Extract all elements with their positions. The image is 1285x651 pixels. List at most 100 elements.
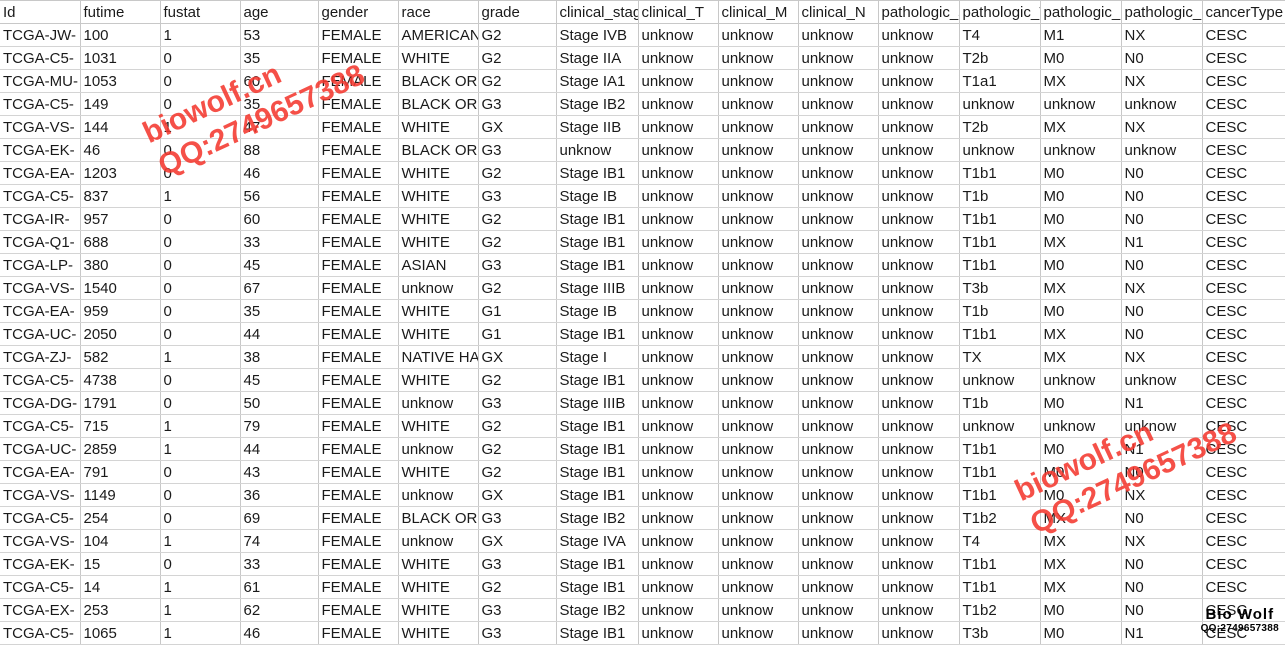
cell-pn[interactable]: NX [1121,23,1203,47]
cell-race[interactable]: BLACK OR AFRICAN AMERICAN [398,69,479,93]
cell-grade[interactable]: G3 [478,184,557,208]
column-header-race[interactable]: race [398,0,479,24]
cell-pm[interactable]: M0 [1040,460,1122,484]
cell-gender[interactable]: FEMALE [318,391,399,415]
cell-pstage[interactable]: unknow [878,230,960,254]
cell-pm[interactable]: M0 [1040,207,1122,231]
cell-race[interactable]: BLACK OR AFRICAN AMERICAN [398,92,479,116]
cell-fustat[interactable]: 0 [160,506,241,530]
cell-grade[interactable]: G2 [478,161,557,185]
cell-fustat[interactable]: 1 [160,529,241,553]
cell-futime[interactable]: 14 [80,575,161,599]
cell-pt[interactable]: T2b [959,115,1041,139]
cell-pn[interactable]: N0 [1121,460,1203,484]
cell-cstage[interactable]: Stage IIIB [556,391,639,415]
cell-id[interactable]: TCGA-EA- [0,161,81,185]
cell-cn[interactable]: unknow [798,414,879,438]
cell-age[interactable]: 60 [240,69,319,93]
cell-id[interactable]: TCGA-C5- [0,575,81,599]
cell-pm[interactable]: M0 [1040,483,1122,507]
table-row[interactable]: TCGA-LP- 380 0 45 FEMALE ASIAN G3 Stage IB1 unkn… [0,253,1285,277]
cell-cancer[interactable]: CESC [1202,437,1285,461]
cell-race[interactable]: WHITE [398,621,479,645]
cell-pt[interactable]: T2b [959,46,1041,70]
cell-grade[interactable]: G3 [478,506,557,530]
column-header-futime[interactable]: futime [80,0,161,24]
cell-cancer[interactable]: CESC [1202,529,1285,553]
cell-cstage[interactable]: Stage IVA [556,529,639,553]
cell-futime[interactable]: 380 [80,253,161,277]
cell-cstage[interactable]: Stage IB1 [556,414,639,438]
cell-grade[interactable]: GX [478,345,557,369]
cell-ct[interactable]: unknow [638,23,719,47]
cell-cn[interactable]: unknow [798,253,879,277]
cell-age[interactable]: 46 [240,621,319,645]
cell-pn[interactable]: unknow [1121,138,1203,162]
cell-cm[interactable]: unknow [718,276,799,300]
cell-futime[interactable]: 149 [80,92,161,116]
cell-pt[interactable]: T1b1 [959,552,1041,576]
cell-pn[interactable]: NX [1121,345,1203,369]
cell-cn[interactable]: unknow [798,276,879,300]
table-row[interactable]: TCGA-C5- 1065 1 46 FEMALE WHITE G3 Stage IB1 unk… [0,621,1285,645]
cell-pt[interactable]: T1b1 [959,437,1041,461]
cell-grade[interactable]: G3 [478,92,557,116]
cell-ct[interactable]: unknow [638,345,719,369]
cell-cn[interactable]: unknow [798,299,879,323]
cell-pstage[interactable]: unknow [878,92,960,116]
cell-fustat[interactable]: 0 [160,322,241,346]
cell-cn[interactable]: unknow [798,368,879,392]
cell-cstage[interactable]: Stage IIIB [556,276,639,300]
cell-age[interactable]: 67 [240,276,319,300]
cell-race[interactable]: WHITE [398,414,479,438]
cell-pstage[interactable]: unknow [878,598,960,622]
cell-cn[interactable]: unknow [798,115,879,139]
cell-cm[interactable]: unknow [718,230,799,254]
column-header-pn[interactable]: pathologic_N [1121,0,1203,24]
cell-pt[interactable]: T1b1 [959,253,1041,277]
cell-gender[interactable]: FEMALE [318,552,399,576]
cell-pn[interactable]: N0 [1121,552,1203,576]
column-header-gender[interactable]: gender [318,0,399,24]
cell-gender[interactable]: FEMALE [318,506,399,530]
cell-ct[interactable]: unknow [638,253,719,277]
cell-fustat[interactable]: 0 [160,552,241,576]
cell-ct[interactable]: unknow [638,299,719,323]
cell-cstage[interactable]: Stage IB1 [556,161,639,185]
cell-race[interactable]: WHITE [398,460,479,484]
cell-cancer[interactable]: CESC [1202,414,1285,438]
cell-age[interactable]: 43 [240,460,319,484]
cell-pm[interactable]: MX [1040,345,1122,369]
cell-age[interactable]: 33 [240,552,319,576]
cell-cm[interactable]: unknow [718,460,799,484]
cell-race[interactable]: AMERICAN INDIAN OR ALASKA NATIVE [398,23,479,47]
cell-age[interactable]: 47 [240,115,319,139]
cell-cm[interactable]: unknow [718,414,799,438]
table-body[interactable]: TCGA-JW-100153FEMALEAMERICAN INDIAN OR A… [0,23,1285,645]
cell-pm[interactable]: M0 [1040,598,1122,622]
cell-fustat[interactable]: 0 [160,460,241,484]
cell-pstage[interactable]: unknow [878,529,960,553]
cell-pn[interactable]: NX [1121,69,1203,93]
cell-pstage[interactable]: unknow [878,460,960,484]
cell-cm[interactable]: unknow [718,391,799,415]
cell-cn[interactable]: unknow [798,575,879,599]
cell-gender[interactable]: FEMALE [318,184,399,208]
cell-fustat[interactable]: 1 [160,598,241,622]
cell-pm[interactable]: M0 [1040,621,1122,645]
cell-pm[interactable]: M1 [1040,23,1122,47]
cell-ct[interactable]: unknow [638,437,719,461]
cell-cstage[interactable]: Stage IB1 [556,322,639,346]
cell-pn[interactable]: N0 [1121,322,1203,346]
cell-fustat[interactable]: 0 [160,391,241,415]
cell-pt[interactable]: T1b [959,299,1041,323]
cell-ct[interactable]: unknow [638,207,719,231]
table-row[interactable]: TCGA-MU-1053060FEMALEBLACK OR AFRICAN AM… [0,69,1285,93]
cell-fustat[interactable]: 0 [160,368,241,392]
cell-grade[interactable]: G3 [478,621,557,645]
cell-ct[interactable]: unknow [638,598,719,622]
cell-pm[interactable]: unknow [1040,92,1122,116]
cell-age[interactable]: 45 [240,368,319,392]
cell-cstage[interactable]: Stage IB1 [556,207,639,231]
cell-cm[interactable]: unknow [718,23,799,47]
